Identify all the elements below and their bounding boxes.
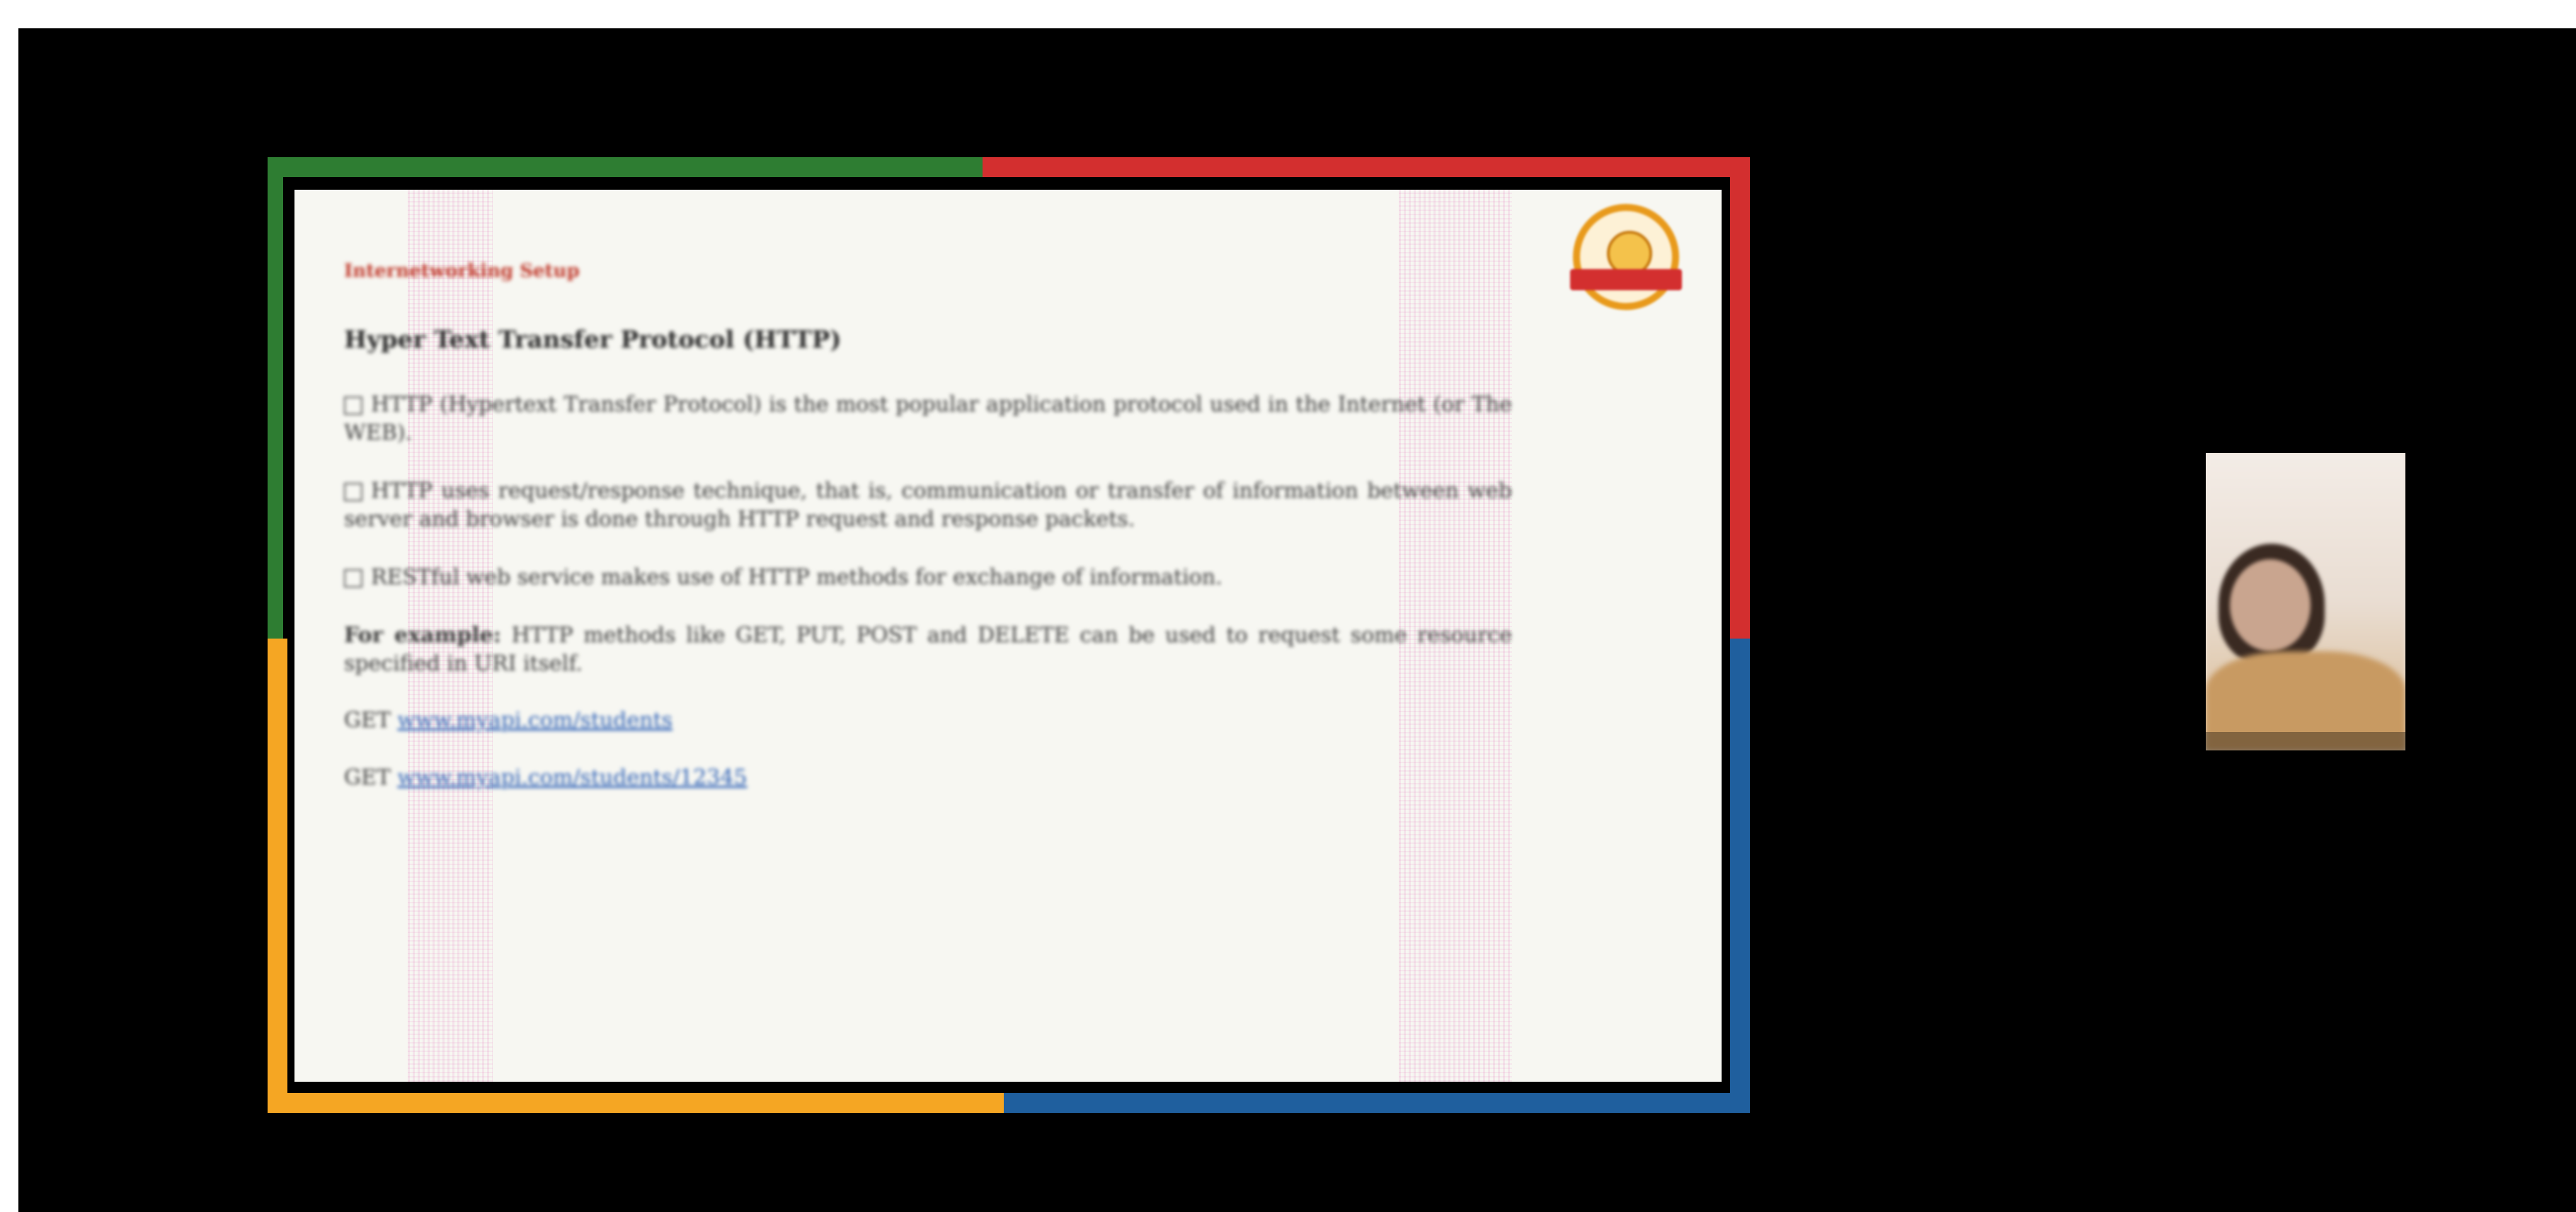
slide-content: Internetworking Setup Hyper Text Transfe… [344, 261, 1512, 823]
slide-border-red-top [983, 157, 1750, 177]
slide-border-red-right [1730, 157, 1750, 639]
slide-border-blue-bottom [1004, 1093, 1750, 1113]
example-link[interactable]: www.myapi.com/students [397, 708, 672, 733]
http-method: GET [344, 765, 391, 790]
example-link[interactable]: www.myapi.com/students/12345 [397, 765, 747, 790]
bullet-text: HTTP uses request/response technique, th… [344, 479, 1512, 532]
participant-name-strip [2206, 732, 2405, 750]
example-link-line: GET www.myapi.com/students [344, 708, 1512, 733]
slide-bullet: HTTP (Hypertext Transfer Protocol) is th… [344, 391, 1512, 447]
slide-bullet: RESTful web service makes use of HTTP me… [344, 564, 1512, 592]
participant-video-tile[interactable] [2206, 453, 2405, 750]
example-text: HTTP methods like GET, PUT, POST and DEL… [344, 623, 1512, 676]
meeting-screen: Internetworking Setup Hyper Text Transfe… [18, 28, 2576, 1212]
slide-bullet: HTTP uses request/response technique, th… [344, 477, 1512, 534]
shared-slide-frame: Internetworking Setup Hyper Text Transfe… [268, 157, 1750, 1113]
slide-border-green [268, 157, 983, 177]
slide-title: Hyper Text Transfer Protocol (HTTP) [344, 326, 842, 354]
checkbox-bullet-icon [344, 396, 362, 415]
slide-border-orange-bottom [268, 1093, 1004, 1113]
bullet-text: RESTful web service makes use of HTTP me… [371, 565, 1223, 590]
slide-border-green-left [268, 157, 283, 639]
example-label: For example: [344, 623, 501, 648]
checkbox-bullet-icon [344, 569, 362, 588]
slide-example: For example: HTTP methods like GET, PUT,… [344, 622, 1512, 678]
http-method: GET [344, 708, 391, 733]
checkbox-bullet-icon [344, 483, 362, 501]
logo-ribbon [1570, 269, 1682, 290]
slide-border-orange-left [268, 639, 287, 1113]
bullet-text: HTTP (Hypertext Transfer Protocol) is th… [344, 392, 1512, 445]
shared-slide: Internetworking Setup Hyper Text Transfe… [294, 190, 1722, 1082]
participant-face [2230, 559, 2311, 651]
example-link-line: GET www.myapi.com/students/12345 [344, 765, 1512, 790]
institution-logo-icon [1570, 204, 1682, 310]
slide-border-blue-right [1730, 639, 1750, 1113]
slide-section-label: Internetworking Setup [344, 261, 580, 282]
